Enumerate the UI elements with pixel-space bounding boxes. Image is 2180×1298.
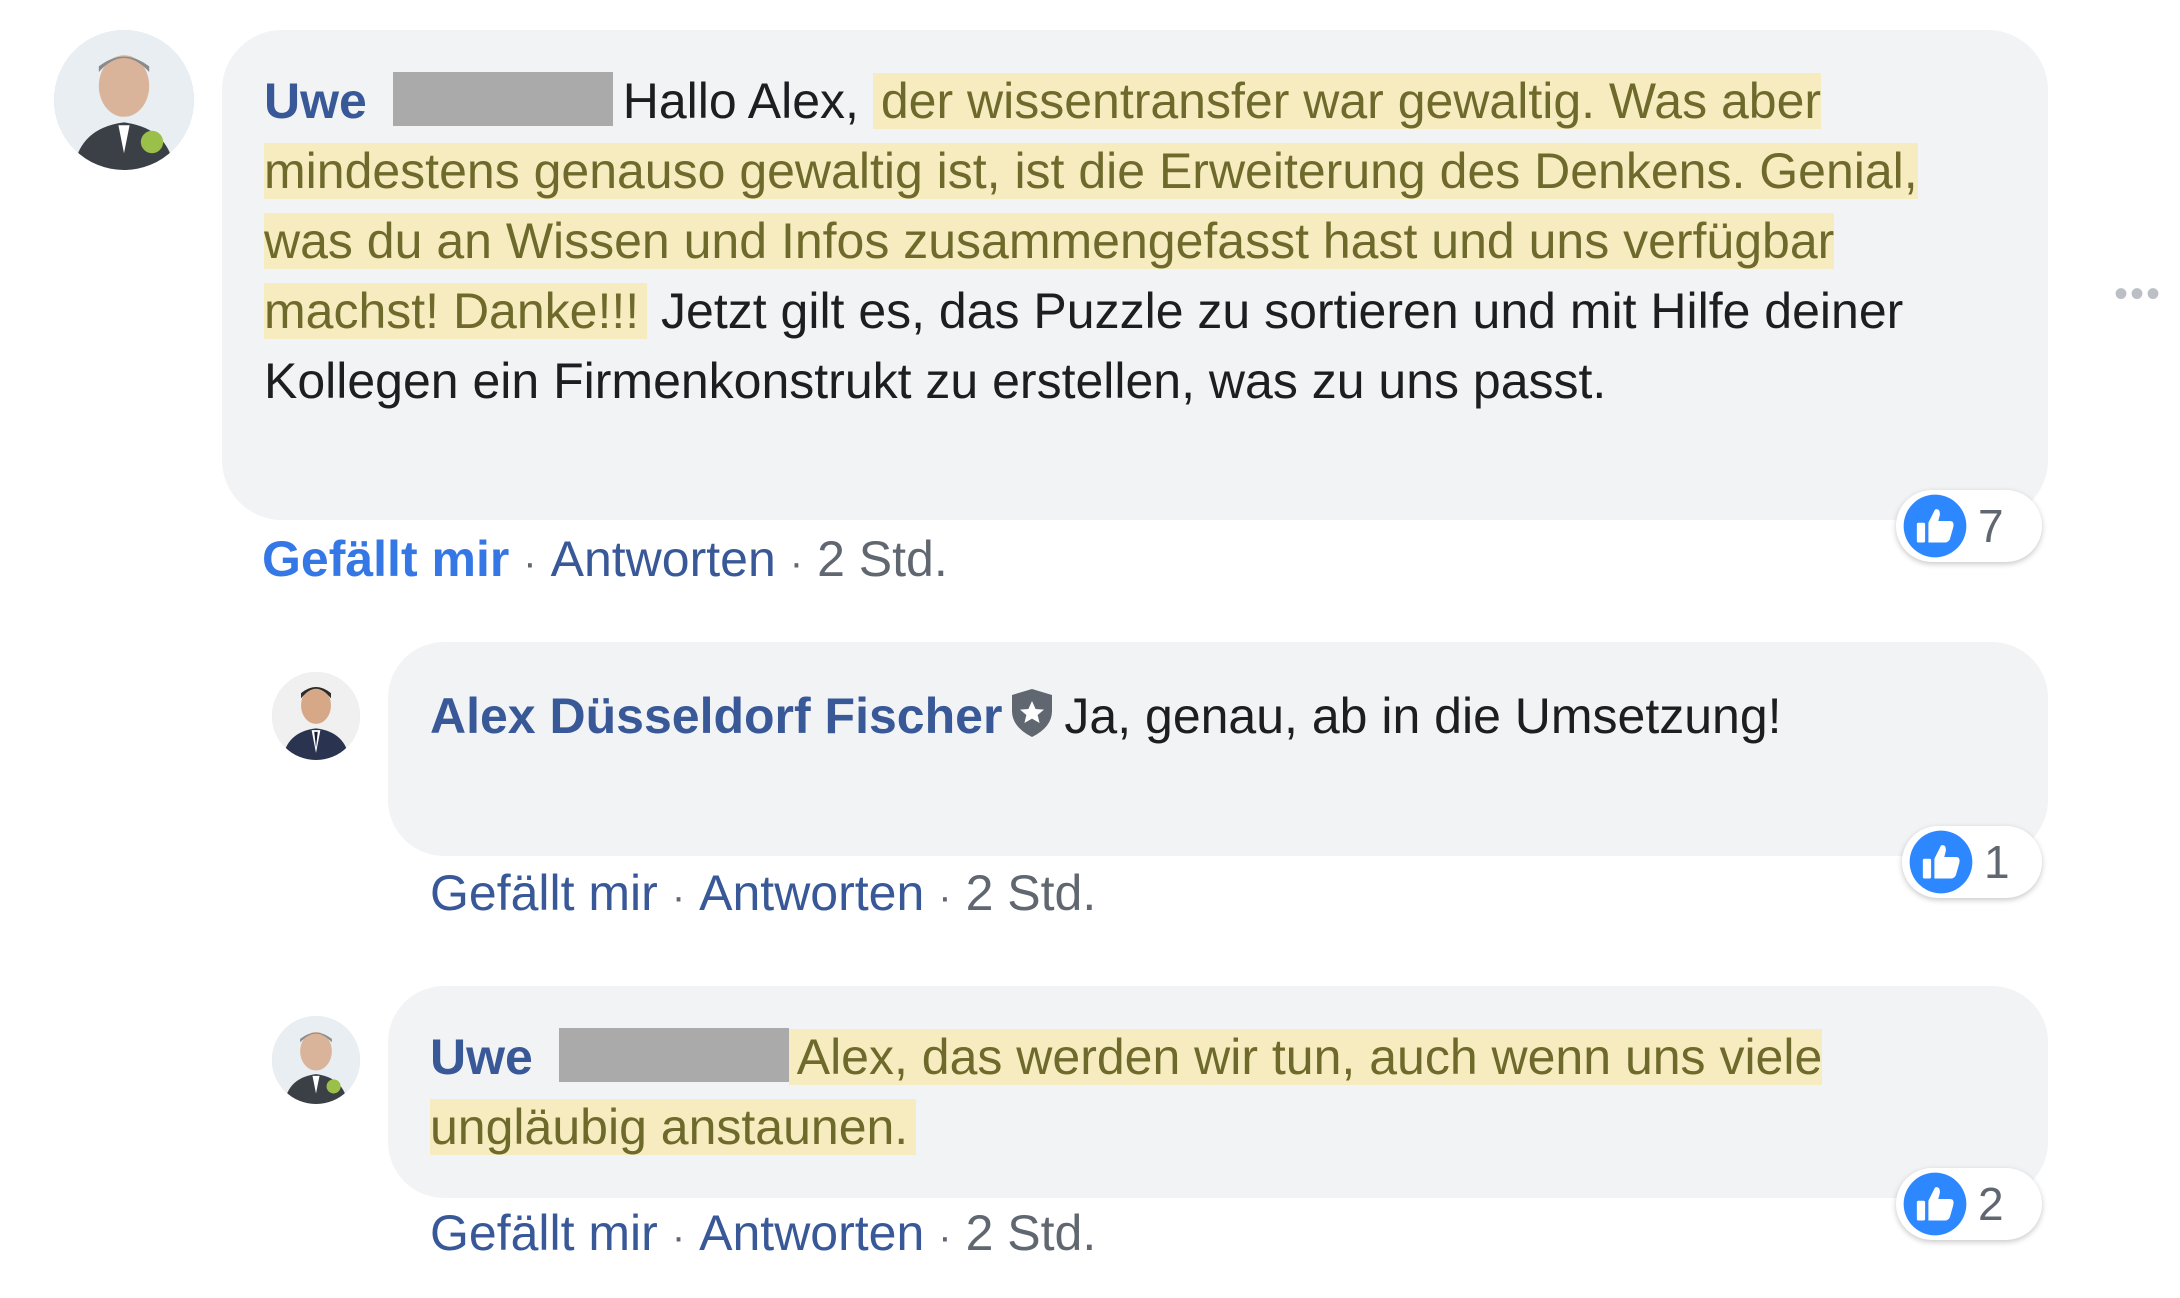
thumbs-up-icon <box>1909 830 1973 894</box>
redacted-name <box>558 1028 789 1082</box>
thumbs-up-icon <box>1903 494 1967 558</box>
comment-bubble-3: Uwe Alex, das werden wir tun, auch wenn … <box>388 986 2048 1198</box>
like-button-1[interactable]: Gefällt mir <box>262 531 509 587</box>
reaction-count-3: 2 <box>1978 1178 2004 1230</box>
separator-dot: · <box>671 875 686 919</box>
comment-text-1: Uwe Hallo Alex, der wissentransfer war g… <box>264 66 2006 416</box>
comment-author-1[interactable]: Uwe <box>264 73 367 129</box>
reply-button-2[interactable]: Antworten <box>699 865 924 921</box>
separator-dot: · <box>523 541 537 585</box>
like-button-2[interactable]: Gefällt mir <box>430 865 658 921</box>
comment-text-plain-2: Ja, genau, ab in die Umsetzung! <box>1064 688 1782 744</box>
comment-actions-3: Gefällt mir · Antworten · 2 Std. <box>430 1204 1096 1262</box>
comment-bubble-1: Uwe Hallo Alex, der wissentransfer war g… <box>222 30 2048 520</box>
timestamp-2[interactable]: 2 Std. <box>966 865 1097 921</box>
reaction-count-2: 1 <box>1984 836 2010 888</box>
avatar-alex[interactable] <box>272 672 360 760</box>
reply-button-1[interactable]: Antworten <box>551 531 776 587</box>
reaction-summary-3[interactable]: 2 <box>1896 1168 2042 1240</box>
comment-bubble-2: Alex Düsseldorf Fischer Ja, genau, ab in… <box>388 642 2048 856</box>
more-options-icon[interactable]: ••• <box>2114 272 2162 317</box>
reaction-summary-1[interactable]: 7 <box>1896 490 2042 562</box>
comment-author-3[interactable]: Uwe <box>430 1029 533 1085</box>
separator-dot: · <box>671 1215 686 1259</box>
separator-dot: · <box>938 875 952 919</box>
comment-author-2[interactable]: Alex Düsseldorf Fischer <box>430 688 1002 744</box>
avatar-uwe[interactable] <box>54 30 194 170</box>
reaction-summary-2[interactable]: 1 <box>1902 826 2042 898</box>
redacted-name <box>392 72 613 126</box>
avatar-uwe-2[interactable] <box>272 1016 360 1104</box>
shield-star-icon <box>1008 684 1056 760</box>
reply-button-3[interactable]: Antworten <box>699 1205 924 1261</box>
comment-text-2: Alex Düsseldorf Fischer Ja, genau, ab in… <box>430 678 2006 760</box>
like-button-3[interactable]: Gefällt mir <box>430 1205 658 1261</box>
comment-actions-1: Gefällt mir · Antworten · 2 Std. <box>262 530 948 588</box>
person-photo-icon <box>272 1016 360 1104</box>
separator-dot: · <box>789 541 804 585</box>
comment-actions-2: Gefällt mir · Antworten · 2 Std. <box>430 864 1096 922</box>
person-photo-icon <box>54 30 194 170</box>
timestamp-3[interactable]: 2 Std. <box>966 1205 1097 1261</box>
timestamp-1[interactable]: 2 Std. <box>817 531 948 587</box>
person-photo-icon <box>272 672 360 760</box>
comment-text-plain-before: Hallo Alex, <box>622 73 873 129</box>
comment-text-3: Uwe Alex, das werden wir tun, auch wenn … <box>430 1022 2020 1162</box>
thumbs-up-icon <box>1903 1172 1967 1236</box>
separator-dot: · <box>938 1215 952 1259</box>
reaction-count-1: 7 <box>1978 500 2004 552</box>
